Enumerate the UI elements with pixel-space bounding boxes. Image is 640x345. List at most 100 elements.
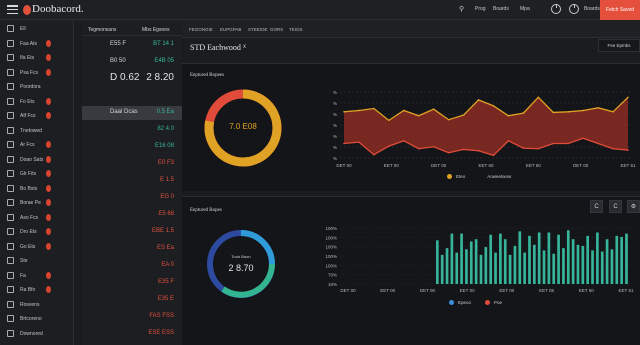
- top-link-mpa[interactable]: Mpa: [520, 6, 530, 12]
- sidebar-item-5[interactable]: Fo Ets: [0, 95, 74, 109]
- tab-3[interactable]: STEEIOE: [248, 27, 268, 32]
- notification-badge: [46, 199, 51, 206]
- line-chart: %%%%%%% DET 00 EET 00 DET 00 EET 60 EET 60 DET…: [333, 90, 636, 168]
- data-point: [388, 145, 390, 147]
- sidebar-item-15[interactable]: Go Ets: [0, 240, 74, 254]
- box-icon: [7, 112, 14, 119]
- top-link-user[interactable]: Boards: [584, 6, 600, 12]
- card-2-settings-icon[interactable]: ⚙: [627, 200, 640, 213]
- card-2-button-1[interactable]: C: [590, 200, 603, 213]
- fetch-saved-button[interactable]: Fetch Saved: [600, 0, 640, 20]
- notification-badge: [46, 271, 51, 279]
- sidebar-item-9[interactable]: Doao Sats: [0, 153, 74, 167]
- sidebar-item-7[interactable]: Tnetowed: [0, 124, 74, 138]
- sidebar-item-21[interactable]: Downored: [0, 327, 74, 341]
- x-tick-label: EET 00: [499, 288, 514, 293]
- stats-row[interactable]: EBE 1.5: [82, 225, 182, 239]
- sidebar-item-8[interactable]: Ar Fcs: [0, 138, 74, 152]
- stats-row[interactable]: [82, 89, 182, 103]
- stats-row[interactable]: EG 0: [82, 191, 182, 205]
- stats-row[interactable]: Daal Dcas 0.5 Ea: [82, 106, 182, 120]
- stats-row[interactable]: E16 08: [82, 140, 182, 154]
- stats-row[interactable]: E35 E: [82, 293, 182, 307]
- stats-row[interactable]: E35 F: [82, 276, 182, 290]
- data-point: [612, 111, 614, 113]
- data-point: [462, 148, 465, 151]
- search-icon[interactable]: ⚲: [459, 5, 464, 13]
- sidebar-item-12[interactable]: Borae Pe: [0, 196, 74, 210]
- x-tick-label: DET 00: [340, 288, 356, 293]
- tab-2[interactable]: EUPGPAB: [220, 27, 241, 32]
- tab-5[interactable]: TEIOS: [289, 27, 303, 32]
- bar: [503, 239, 507, 284]
- stats-panel: Tegmonsans Mbs Egsnes E55 F BT 14 1 B0 50 E…: [82, 20, 182, 345]
- sidebar-item-3[interactable]: Psa Fcs: [0, 66, 74, 80]
- bar: [460, 233, 463, 284]
- stats-row[interactable]: E55 F BT 14 1: [82, 38, 182, 52]
- data-point: [597, 107, 599, 109]
- legend-label-2: Aoweetwow: [487, 174, 512, 179]
- data-point: [552, 142, 555, 145]
- stats-row[interactable]: E5 68: [82, 208, 182, 222]
- top-link-boards[interactable]: Boards: [493, 6, 509, 12]
- card-2-button-2[interactable]: C: [609, 200, 622, 213]
- stats-row[interactable]: ESE ESS: [82, 327, 182, 341]
- sidebar-item-19[interactable]: Rosvens: [0, 298, 74, 312]
- check-icon: [7, 126, 14, 134]
- stats-row[interactable]: B0 50 E4B 05: [82, 55, 182, 69]
- stats-row[interactable]: D 0.62 2 8.20: [82, 72, 182, 86]
- filter-button[interactable]: Fee Epmbs: [598, 39, 640, 52]
- legend-label-3: Epeoo: [458, 300, 472, 305]
- notification-badge: [46, 228, 51, 235]
- stats-row[interactable]: ES Ea: [82, 242, 182, 256]
- x-tick-label: EET 05: [539, 288, 554, 293]
- stats-row[interactable]: 82 4.0: [82, 123, 182, 137]
- sidebar-item-0[interactable]: Ell: [0, 22, 74, 36]
- y-tick-label: 100%: [325, 226, 337, 231]
- sidebar-item-2[interactable]: Ifa Ets: [0, 51, 74, 65]
- grid-icon: [7, 25, 14, 32]
- sidebar-item-label: Ar Fcs: [20, 142, 35, 148]
- tab-4[interactable]: GORS: [270, 27, 283, 32]
- sidebar-item-20[interactable]: Brtcoreno: [0, 312, 74, 326]
- sidebar-item-17[interactable]: Fa: [0, 269, 74, 283]
- power-icon[interactable]: [569, 4, 579, 14]
- card-icon: [7, 228, 14, 235]
- bar: [547, 232, 551, 284]
- sidebar-item-11[interactable]: Bo Bsts: [0, 182, 74, 196]
- sidebar-item-label: Tnetowed: [20, 127, 42, 134]
- clip-icon: [7, 170, 14, 177]
- sidebar-item-16[interactable]: Ste: [0, 254, 74, 268]
- settings-circle-icon[interactable]: [551, 4, 561, 14]
- bar: [552, 253, 556, 284]
- sidebar-item-1[interactable]: Faa Ats: [0, 37, 74, 51]
- hamburger-menu-icon[interactable]: [7, 5, 18, 14]
- sidebar-item-10[interactable]: Glr Fits: [0, 167, 74, 181]
- data-point: [582, 137, 584, 139]
- sidebar-item-13[interactable]: Aso Fcs: [0, 211, 74, 225]
- x-tick-label: EET 61: [619, 288, 634, 293]
- close-icon[interactable]: x: [243, 44, 246, 50]
- stats-row[interactable]: EA 0: [82, 259, 182, 273]
- sidebar-item-14[interactable]: Dro Ets: [0, 225, 74, 239]
- sidebar-item-label: Dro Ets: [20, 229, 37, 235]
- gear-icon: [7, 300, 14, 308]
- sidebar-item-6[interactable]: Atf Fcs: [0, 109, 74, 123]
- sidebar-item-4[interactable]: Poordora: [0, 80, 74, 94]
- tab-1[interactable]: FEGONGIE: [189, 27, 213, 32]
- data-point: [522, 147, 525, 149]
- x-tick-label: EET 00: [384, 163, 399, 168]
- line-chart-legend: Eteo Aoweetwow: [447, 174, 511, 179]
- data-point: [507, 140, 510, 142]
- bar: [528, 235, 531, 284]
- top-link-prog[interactable]: Prog: [475, 6, 486, 12]
- data-point: [552, 111, 555, 114]
- stats-row[interactable]: FAS FSS: [82, 310, 182, 324]
- stats-row[interactable]: E0 F3: [82, 157, 182, 171]
- stats-row-label: D 0.62: [110, 72, 140, 83]
- sidebar-item-label: Brtcoreno: [20, 316, 42, 322]
- sidebar-item-18[interactable]: Ra Bfo: [0, 283, 74, 297]
- data-point: [597, 142, 599, 145]
- stats-row[interactable]: E 1.5: [82, 174, 182, 188]
- bar: [610, 249, 614, 284]
